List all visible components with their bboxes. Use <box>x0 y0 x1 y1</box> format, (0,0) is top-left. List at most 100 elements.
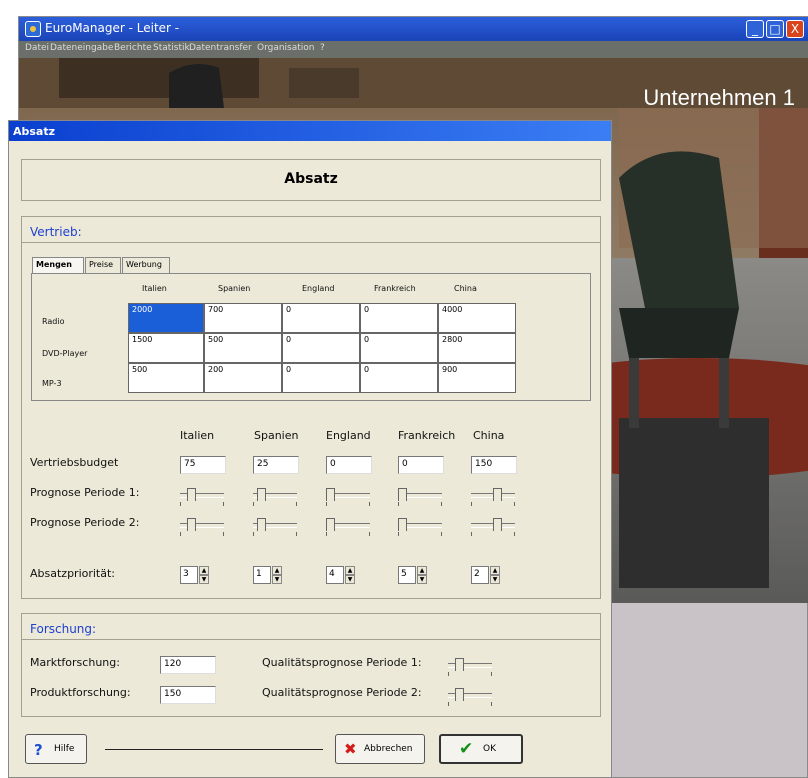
checkmark-icon: ✔ <box>459 739 474 759</box>
menu-datei[interactable]: Datei <box>25 43 49 53</box>
quality2-slider[interactable] <box>448 688 492 708</box>
page-title: Absatz <box>284 171 338 187</box>
prognose1-slider-italien[interactable] <box>180 488 224 508</box>
spin-down-icon[interactable]: ▼ <box>490 575 500 584</box>
priority-label: Absatzpriorität: <box>30 567 116 580</box>
grid-cell[interactable]: 0 <box>360 303 438 333</box>
priority-value[interactable]: 2 <box>471 566 489 584</box>
dialog-title: Absatz <box>13 125 56 138</box>
main-titlebar[interactable]: EuroManager - Leiter - _ □ X <box>19 17 808 41</box>
close-button[interactable]: X <box>786 20 804 38</box>
prognose2-slider-england[interactable] <box>326 518 370 538</box>
menu-statistik[interactable]: Statistik <box>153 43 190 53</box>
country-label-china: China <box>473 429 505 442</box>
grid-col-italien: Italien <box>142 284 167 293</box>
grid-col-china: China <box>454 284 477 293</box>
quality1-label: Qualitätsprognose Periode 1: <box>262 656 422 669</box>
quality1-slider[interactable] <box>448 658 492 678</box>
grid-cell[interactable]: 900 <box>438 363 516 393</box>
grid-col-spanien: Spanien <box>218 284 251 293</box>
main-window-title: EuroManager - Leiter - <box>45 21 180 35</box>
prognose2-slider-italien[interactable] <box>180 518 224 538</box>
prognose2-slider-china[interactable] <box>471 518 515 538</box>
prognose1-slider-frankreich[interactable] <box>398 488 442 508</box>
divider <box>22 639 600 640</box>
tab-werbung[interactable]: Werbung <box>122 257 170 273</box>
app-icon <box>25 21 41 37</box>
vertrieb-title: Vertrieb: <box>30 225 82 239</box>
priority-spinner-frankreich[interactable]: 5 ▲ ▼ <box>398 566 428 584</box>
priority-value[interactable]: 4 <box>326 566 344 584</box>
grid-cell[interactable]: 4000 <box>438 303 516 333</box>
forschung-title: Forschung: <box>30 622 97 636</box>
priority-spinner-england[interactable]: 4 ▲ ▼ <box>326 566 356 584</box>
prognose2-slider-frankreich[interactable] <box>398 518 442 538</box>
priority-spinner-spanien[interactable]: 1 ▲ ▼ <box>253 566 283 584</box>
close-x-icon: ✖ <box>344 740 357 758</box>
priority-spinner-italien[interactable]: 3 ▲ ▼ <box>180 566 210 584</box>
budget-input-spanien[interactable]: 25 <box>253 456 299 474</box>
spin-up-icon[interactable]: ▲ <box>417 566 427 575</box>
grid-cell[interactable]: 2000 <box>128 303 204 333</box>
prognose1-slider-china[interactable] <box>471 488 515 508</box>
spin-down-icon[interactable]: ▼ <box>345 575 355 584</box>
grid-cell[interactable]: 2800 <box>438 333 516 363</box>
grid-row-label: MP-3 <box>42 379 62 388</box>
marktforschung-input[interactable]: 120 <box>160 656 216 674</box>
cancel-label: Abbrechen <box>364 744 413 754</box>
grid-row-label: DVD-Player <box>42 349 88 358</box>
spin-up-icon[interactable]: ▲ <box>199 566 209 575</box>
tab-mengen[interactable]: Mengen <box>32 257 84 273</box>
spin-down-icon[interactable]: ▼ <box>417 575 427 584</box>
grid-cell[interactable]: 0 <box>282 363 360 393</box>
spin-down-icon[interactable]: ▼ <box>272 575 282 584</box>
grid-cell[interactable]: 0 <box>360 363 438 393</box>
grid-cell[interactable]: 0 <box>282 333 360 363</box>
produktforschung-input[interactable]: 150 <box>160 686 216 704</box>
tab-preise[interactable]: Preise <box>85 257 121 273</box>
priority-value[interactable]: 3 <box>180 566 198 584</box>
menu-berichte[interactable]: Berichte <box>114 43 152 53</box>
budget-label: Vertriebsbudget <box>30 456 119 469</box>
grid-cell[interactable]: 500 <box>128 363 204 393</box>
prognose2-slider-spanien[interactable] <box>253 518 297 538</box>
menu-help[interactable]: ? <box>320 43 325 53</box>
grid-cell[interactable]: 0 <box>282 303 360 333</box>
ok-button[interactable]: ✔ OK <box>439 734 523 764</box>
grid-col-england: England <box>302 284 335 293</box>
maximize-button[interactable]: □ <box>766 20 784 38</box>
divider <box>22 242 600 243</box>
grid-col-frankreich: Frankreich <box>374 284 416 293</box>
menu-datentransfer[interactable]: Datentransfer <box>189 43 252 53</box>
prognose1-slider-spanien[interactable] <box>253 488 297 508</box>
priority-spinner-china[interactable]: 2 ▲ ▼ <box>471 566 501 584</box>
spin-down-icon[interactable]: ▼ <box>199 575 209 584</box>
help-button[interactable]: ? Hilfe <box>25 734 87 764</box>
budget-input-italien[interactable]: 75 <box>180 456 226 474</box>
budget-input-frankreich[interactable]: 0 <box>398 456 444 474</box>
priority-value[interactable]: 5 <box>398 566 416 584</box>
menu-dateneingabe[interactable]: Dateneingabe <box>50 43 113 53</box>
dialog-titlebar[interactable]: Absatz <box>9 121 611 141</box>
prognose1-slider-england[interactable] <box>326 488 370 508</box>
budget-input-china[interactable]: 150 <box>471 456 517 474</box>
divider-line <box>105 749 323 750</box>
spin-up-icon[interactable]: ▲ <box>490 566 500 575</box>
spin-up-icon[interactable]: ▲ <box>272 566 282 575</box>
grid-cell[interactable]: 700 <box>204 303 282 333</box>
prognose1-label: Prognose Periode 1: <box>30 486 140 499</box>
menu-organisation[interactable]: Organisation <box>257 43 315 53</box>
grid-cell[interactable]: 200 <box>204 363 282 393</box>
priority-value[interactable]: 1 <box>253 566 271 584</box>
absatz-dialog: Absatz Absatz Vertrieb: Mengen Preise We… <box>8 120 612 778</box>
grid-cell[interactable]: 500 <box>204 333 282 363</box>
grid-cell[interactable]: 1500 <box>128 333 204 363</box>
cancel-button[interactable]: ✖ Abbrechen <box>335 734 425 764</box>
country-label-spanien: Spanien <box>254 429 299 442</box>
help-label: Hilfe <box>54 744 75 754</box>
grid-cell[interactable]: 0 <box>360 333 438 363</box>
spin-up-icon[interactable]: ▲ <box>345 566 355 575</box>
tab-strip: Mengen Preise Werbung <box>32 257 232 273</box>
minimize-button[interactable]: _ <box>746 20 764 38</box>
budget-input-england[interactable]: 0 <box>326 456 372 474</box>
